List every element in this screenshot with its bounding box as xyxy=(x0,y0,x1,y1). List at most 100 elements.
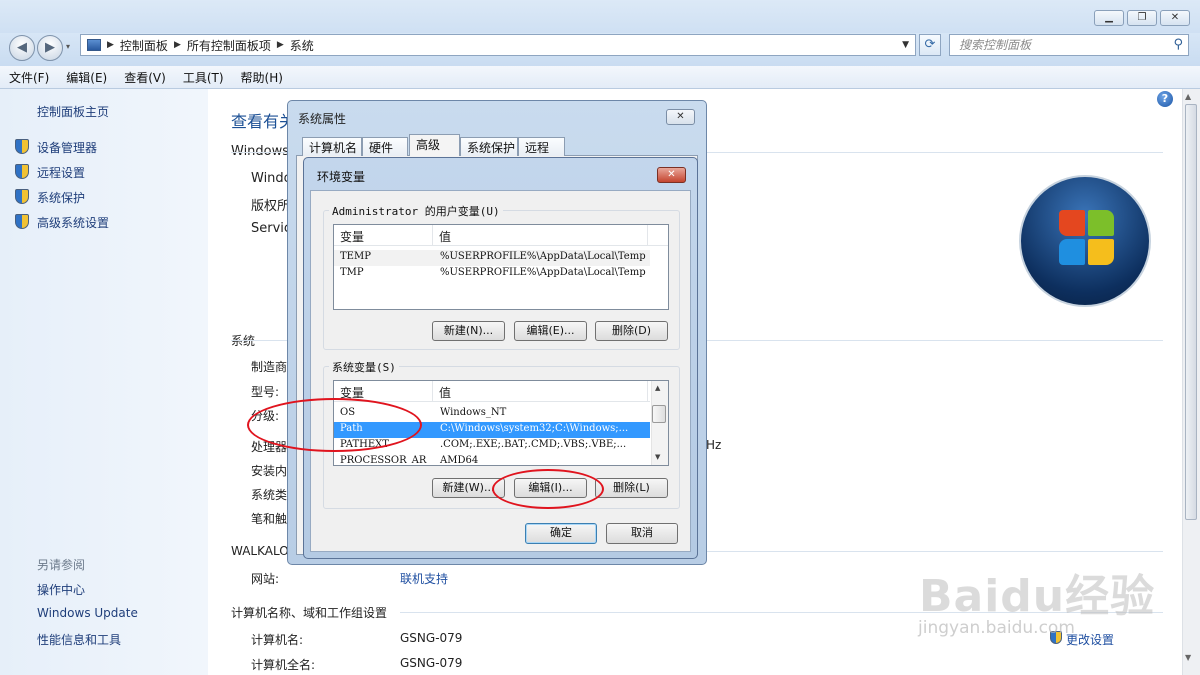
row-value: %USERPROFILE%\AppData\Local\Temp xyxy=(440,267,646,278)
system-variables-label: 系统变量(S) xyxy=(329,359,399,375)
user-variables-label: Administrator 的用户变量(U) xyxy=(329,203,503,219)
row-variable: TMP xyxy=(340,267,364,278)
close-button[interactable]: ✕ xyxy=(1160,10,1190,26)
tab-computer-name[interactable]: 计算机名 xyxy=(302,137,362,156)
scroll-up-icon[interactable]: ▲ xyxy=(1185,92,1191,101)
computer-heading: 计算机名称、域和工作组设置 xyxy=(231,606,388,620)
system-label: 笔和触 xyxy=(251,512,288,526)
menu-file[interactable]: 文件(F) xyxy=(0,66,57,88)
row-variable: PROCESSOR_AR xyxy=(340,455,427,465)
edition-line: 版权所 xyxy=(251,199,291,214)
menu-edit[interactable]: 编辑(E) xyxy=(57,66,115,88)
window-titlebar xyxy=(0,0,1200,33)
sidebar-item-remote[interactable]: 远程设置 xyxy=(37,164,85,181)
annotation-oval-edit xyxy=(492,469,604,509)
row-value: .COM;.EXE;.BAT;.CMD;.VBS;.VBE;... xyxy=(440,439,627,450)
back-icon[interactable]: ◀ xyxy=(9,35,35,61)
system-label: 型号: xyxy=(251,385,280,399)
close-icon[interactable]: ✕ xyxy=(657,167,686,183)
user-new-button[interactable]: 新建(N)... xyxy=(432,321,505,341)
tab-system-protection[interactable]: 系统保护 xyxy=(460,137,518,156)
address-dropdown-icon[interactable]: ▼ xyxy=(902,40,909,50)
column-header-value[interactable]: 值 xyxy=(433,225,648,245)
watermark-url: jingyan.baidu.com xyxy=(918,618,1075,638)
annotation-oval-path xyxy=(247,398,422,452)
edition-line: Windo xyxy=(251,171,292,186)
row-value: %USERPROFILE%\AppData\Local\Temp xyxy=(440,251,646,262)
menu-bar: 文件(F) 编辑(E) 查看(V) 工具(T) 帮助(H) xyxy=(0,66,1200,89)
row-value: Windows_NT xyxy=(440,407,507,418)
menu-view[interactable]: 查看(V) xyxy=(115,66,174,88)
website-label: 网站: xyxy=(251,572,280,586)
sidebar-item-windows-update[interactable]: Windows Update xyxy=(37,606,138,620)
dialog-title: 环境变量 xyxy=(317,170,366,184)
scroll-down-icon[interactable]: ▼ xyxy=(1185,653,1191,662)
maximize-button[interactable]: ❐ xyxy=(1127,10,1157,26)
system-label: 制造商 xyxy=(251,360,288,374)
breadcrumb-separator-icon: ▶ xyxy=(107,40,114,50)
list-header: 变量 值 xyxy=(334,225,668,246)
sidebar-item-device-manager[interactable]: 设备管理器 xyxy=(37,139,97,156)
list-header: 变量 值 xyxy=(334,381,650,402)
cancel-button[interactable]: 取消 xyxy=(606,523,678,544)
computer-name-value: GSNG-079 xyxy=(400,631,463,645)
address-bar[interactable]: ▶ 控制面板 ▶ 所有控制面板项 ▶ 系统 ▼ xyxy=(80,34,916,56)
history-dropdown-icon[interactable]: ▾ xyxy=(66,42,70,51)
breadcrumb-separator-icon: ▶ xyxy=(276,40,284,50)
windows-logo-icon xyxy=(1019,175,1151,307)
row-value: AMD64 xyxy=(440,455,479,465)
system-delete-button[interactable]: 删除(L) xyxy=(595,478,668,498)
dialog-title: 系统属性 xyxy=(298,112,347,126)
breadcrumb-separator-icon: ▶ xyxy=(173,40,181,50)
table-row[interactable]: PROCESSOR_AR AMD64 xyxy=(334,454,650,465)
sidebar-item-performance[interactable]: 性能信息和工具 xyxy=(37,631,121,648)
search-icon[interactable]: ⚲ xyxy=(1173,37,1183,52)
breadcrumb-item[interactable]: 所有控制面板项 xyxy=(187,37,271,54)
sidebar-home-link[interactable]: 控制面板主页 xyxy=(37,103,109,120)
minimize-button[interactable]: ▁ xyxy=(1094,10,1124,26)
sidebar-item-action-center[interactable]: 操作中心 xyxy=(37,581,85,598)
shield-icon xyxy=(15,164,29,179)
table-row[interactable]: TMP %USERPROFILE%\AppData\Local\Temp xyxy=(334,266,650,282)
cpu-value: Hz xyxy=(706,438,722,452)
full-name-value: GSNG-079 xyxy=(400,656,463,670)
scroll-down-icon[interactable]: ▼ xyxy=(655,453,660,461)
shield-icon xyxy=(15,214,29,229)
search-input[interactable]: 搜索控制面板 xyxy=(949,34,1189,56)
tab-remote[interactable]: 远程 xyxy=(518,137,565,156)
user-edit-button[interactable]: 编辑(E)... xyxy=(514,321,587,341)
table-row[interactable]: TEMP %USERPROFILE%\AppData\Local\Temp xyxy=(334,250,650,266)
forward-icon[interactable]: ▶ xyxy=(37,35,63,61)
scroll-thumb[interactable] xyxy=(1185,104,1197,520)
sidebar-item-advanced[interactable]: 高级系统设置 xyxy=(37,214,109,231)
sidebar-item-protection[interactable]: 系统保护 xyxy=(37,189,85,206)
ok-button[interactable]: 确定 xyxy=(525,523,597,544)
system-label: 系统类 xyxy=(251,488,288,502)
tab-advanced[interactable]: 高级 xyxy=(409,134,460,156)
row-value: C:\Windows\system32;C:\Windows;... xyxy=(440,423,629,434)
column-header-value[interactable]: 值 xyxy=(433,381,648,401)
full-name-label: 计算机全名: xyxy=(251,658,316,672)
menu-help[interactable]: 帮助(H) xyxy=(232,66,291,88)
control-panel-icon xyxy=(87,39,101,51)
menu-tools[interactable]: 工具(T) xyxy=(174,66,232,88)
system-label: 安装内 xyxy=(251,464,288,478)
scroll-up-icon[interactable]: ▲ xyxy=(655,384,660,392)
sidebar xyxy=(0,89,208,675)
breadcrumb-item[interactable]: 控制面板 xyxy=(120,37,168,54)
column-header-variable[interactable]: 变量 xyxy=(334,225,433,245)
see-also-heading: 另请参阅 xyxy=(37,558,86,572)
breadcrumb-item[interactable]: 系统 xyxy=(290,37,314,54)
online-support-link[interactable]: 联机支持 xyxy=(400,570,448,587)
page-title: 查看有关 xyxy=(231,112,296,131)
user-delete-button[interactable]: 删除(D) xyxy=(595,321,668,341)
refresh-icon[interactable]: ⟳ xyxy=(919,34,941,56)
help-icon[interactable]: ? xyxy=(1157,91,1173,107)
tab-hardware[interactable]: 硬件 xyxy=(362,137,408,156)
watermark: Baidu经验 xyxy=(919,571,1156,622)
close-icon[interactable]: ✕ xyxy=(666,109,695,125)
scroll-thumb[interactable] xyxy=(652,405,666,423)
computer-name-label: 计算机名: xyxy=(251,633,304,647)
row-variable: TEMP xyxy=(340,251,371,262)
shield-icon xyxy=(15,189,29,204)
